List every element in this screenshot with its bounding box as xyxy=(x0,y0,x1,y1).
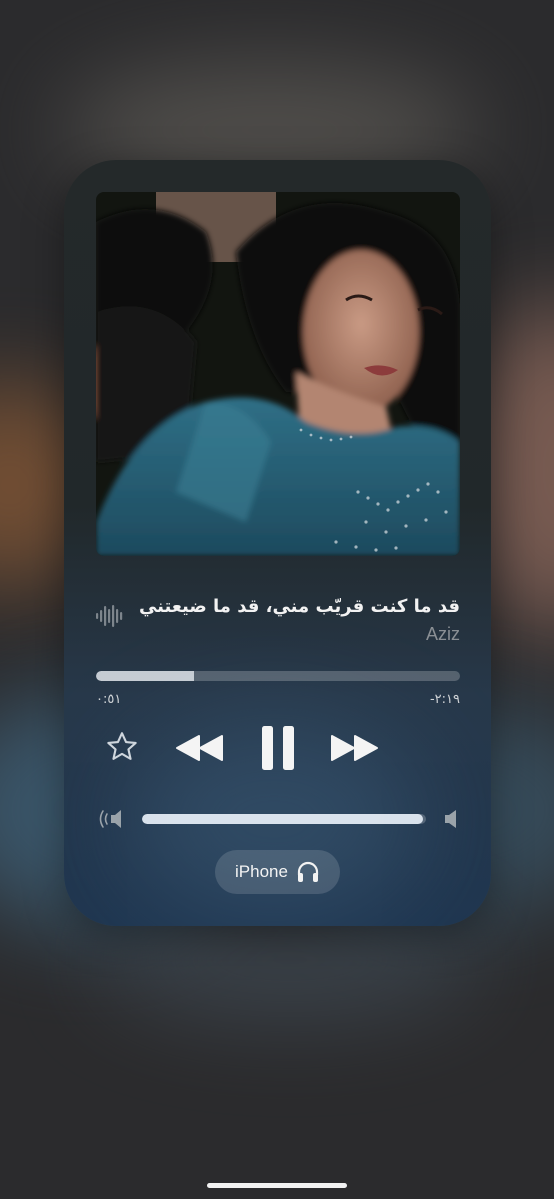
pause-button[interactable] xyxy=(256,722,300,774)
speaker-high-icon xyxy=(443,809,459,829)
now-playing-card: قد ما كنت قريّب مني، قد ما ضيعتني بـ Azi… xyxy=(64,160,491,926)
scrubber-fill xyxy=(96,671,195,681)
track-title: قد ما كنت قريّب مني، قد ما ضيعتني بـ xyxy=(134,596,460,617)
next-track-button[interactable] xyxy=(328,730,380,766)
track-artist[interactable]: Aziz xyxy=(426,622,460,646)
remaining-time: -٢:١٩ xyxy=(429,692,460,707)
album-artwork xyxy=(96,192,460,556)
output-device-label: iPhone xyxy=(235,862,288,881)
home-indicator[interactable] xyxy=(207,1183,347,1188)
volume-slider[interactable] xyxy=(142,814,426,824)
output-device-button[interactable]: iPhone xyxy=(215,850,340,894)
playback-scrubber[interactable] xyxy=(96,671,460,681)
star-outline-icon xyxy=(107,732,137,760)
volume-fill xyxy=(142,814,424,824)
waveform-icon xyxy=(95,604,125,628)
headphones-icon xyxy=(297,861,319,882)
fast-forward-icon xyxy=(331,735,378,761)
speaker-low-icon xyxy=(97,808,127,830)
elapsed-time: ٠:٥١ xyxy=(96,692,122,707)
pause-icon xyxy=(262,726,294,770)
favorite-button[interactable] xyxy=(102,727,142,767)
rewind-icon xyxy=(176,735,223,761)
previous-track-button[interactable] xyxy=(174,730,226,766)
